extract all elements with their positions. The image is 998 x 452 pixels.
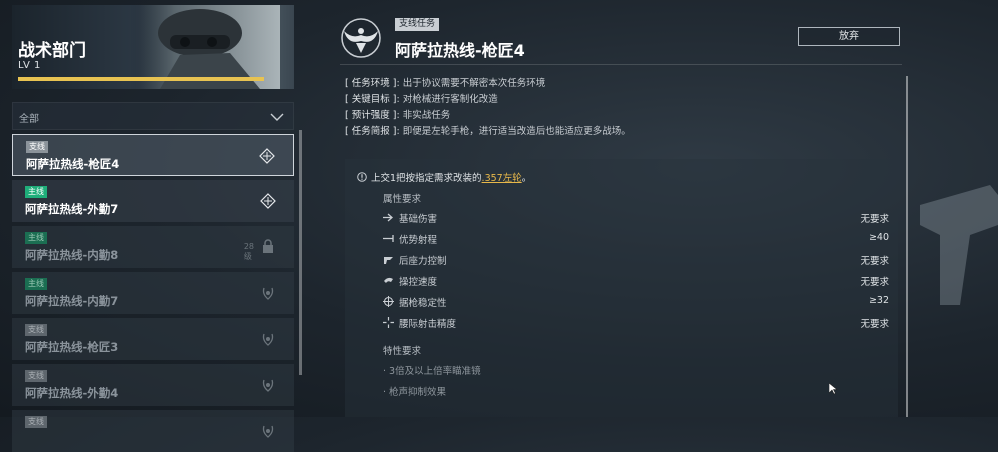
info-alert-icon xyxy=(357,172,367,182)
range-icon xyxy=(383,235,394,242)
laurel-icon xyxy=(262,333,274,346)
trait-item: · 3倍及以上倍率瞄准镜 xyxy=(383,366,481,377)
quest-tag: 支线 xyxy=(25,416,47,428)
info-value: 即便是左轮手枪，进行适当改造后也能适应更多战场。 xyxy=(402,126,631,137)
attribute-row: 后座力控制 无要求 xyxy=(383,250,889,270)
objective-item-link[interactable]: .357左轮 xyxy=(482,173,522,184)
mouse-cursor-icon xyxy=(829,383,838,395)
attribute-row: 据枪稳定性 ≥32 xyxy=(383,292,889,312)
attribute-name: 优势射程 xyxy=(399,235,438,246)
attribute-row: 操控速度 无要求 xyxy=(383,271,889,291)
info-value: 非实战任务 xyxy=(402,110,451,121)
trait-section-title: 特性要求 xyxy=(383,346,422,357)
quest-tag: 支线 xyxy=(26,141,48,153)
faction-emblem-icon xyxy=(341,18,381,58)
mission-type-tag: 支线任务 xyxy=(395,18,440,31)
info-key: [ 关键目标 ] xyxy=(345,94,397,105)
requirement-objective: 上交1把按指定需求改装的.357左轮。 xyxy=(357,170,531,184)
objective-text: 上交1把按指定需求改装的 xyxy=(371,173,482,184)
quest-name: 阿萨拉热线-内勤7 xyxy=(25,294,119,308)
info-key: [ 任务简报 ] xyxy=(345,126,397,137)
attribute-value: 无要求 xyxy=(860,256,889,267)
quest-list: 支线 阿萨拉热线-枪匠4 主线 阿萨拉热线-外勤7 主线 阿萨拉热线-内勤8 2… xyxy=(12,134,294,452)
lock-icon xyxy=(263,239,273,253)
requirement-panel: 上交1把按指定需求改装的.357左轮。 属性要求 基础伤害 无要求 优势射程 ≥… xyxy=(345,159,898,417)
quest-tag: 主线 xyxy=(25,232,47,244)
department-title: 战术部门 xyxy=(18,41,86,61)
department-banner: 战术部门 LV 1 xyxy=(12,5,294,89)
department-level: LV 1 xyxy=(18,60,41,71)
quest-card[interactable]: 支线 阿萨拉热线-外勤4 xyxy=(12,364,294,406)
attribute-name: 操控速度 xyxy=(399,277,438,288)
attribute-name: 腰际射击精度 xyxy=(399,319,457,330)
recoil-icon xyxy=(384,257,393,264)
attribute-value: 无要求 xyxy=(860,319,889,330)
quest-name: 阿萨拉热线-枪匠4 xyxy=(26,157,120,171)
info-row: [ 预计强度 ]: 非实战任务 xyxy=(345,110,451,121)
attribute-value: 无要求 xyxy=(860,214,889,225)
target-diamond-icon xyxy=(259,148,275,164)
quest-list-scrollbar[interactable] xyxy=(299,130,302,375)
level-progress-bar xyxy=(18,77,264,81)
chevron-down-icon xyxy=(270,113,284,121)
attribute-row: 基础伤害 无要求 xyxy=(383,208,889,228)
level-requirement: 28级 xyxy=(243,242,254,261)
info-key: [ 任务环境 ] xyxy=(345,78,397,89)
quest-card[interactable]: 支线 阿萨拉热线-枪匠4 xyxy=(12,134,294,176)
crosshair-icon xyxy=(383,296,394,307)
quest-filter-dropdown[interactable]: 全部 xyxy=(12,102,294,130)
objective-end: 。 xyxy=(521,173,532,184)
attribute-value: ≥32 xyxy=(868,295,889,306)
hipfire-icon xyxy=(383,317,394,328)
filter-label: 全部 xyxy=(19,114,39,125)
info-row: [ 任务简报 ]: 即便是左轮手枪，进行适当改造后也能适应更多战场。 xyxy=(345,126,631,137)
quest-name: 阿萨拉热线-枪匠3 xyxy=(25,340,119,354)
laurel-icon xyxy=(262,379,274,392)
trait-item: · 枪声抑制效果 xyxy=(383,387,447,398)
quest-name: 阿萨拉热线-内勤8 xyxy=(25,248,119,262)
revolver-backdrop-icon xyxy=(920,185,998,305)
attribute-name: 基础伤害 xyxy=(399,214,438,225)
target-diamond-icon xyxy=(260,193,276,209)
attribute-name: 据枪稳定性 xyxy=(399,298,447,309)
laurel-icon xyxy=(262,287,274,300)
attribute-section-title: 属性要求 xyxy=(383,194,422,205)
info-row: [ 任务环境 ]: 出于协议需要不解密本次任务环境 xyxy=(345,78,546,89)
quest-sidebar: 战术部门 LV 1 全部 支线 阿萨拉热线-枪匠4 主线 阿萨拉热线-外勤7 主… xyxy=(12,5,294,452)
laurel-icon xyxy=(262,425,274,438)
mission-title: 阿萨拉热线-枪匠4 xyxy=(395,41,525,60)
info-value: 出于协议需要不解密本次任务环境 xyxy=(402,78,546,89)
quest-card[interactable]: 主线 阿萨拉热线-外勤7 xyxy=(12,180,294,222)
quest-name: 阿萨拉热线-外勤4 xyxy=(25,386,119,400)
info-value: 对枪械进行客制化改造 xyxy=(402,94,498,105)
quest-tag: 支线 xyxy=(25,324,47,336)
quest-name: 阿萨拉热线-外勤7 xyxy=(25,202,119,216)
quest-tag: 支线 xyxy=(25,370,47,382)
attribute-name: 后座力控制 xyxy=(399,256,447,267)
mission-info: [ 任务环境 ]: 出于协议需要不解密本次任务环境 [ 关键目标 ]: 对枪械进… xyxy=(345,75,631,139)
quest-card[interactable]: 支线 xyxy=(12,410,294,452)
attribute-row: 优势射程 ≥40 xyxy=(383,229,889,249)
handling-icon xyxy=(384,277,393,283)
attribute-value: ≥40 xyxy=(868,232,889,243)
damage-icon xyxy=(383,213,393,222)
attribute-value: 无要求 xyxy=(860,277,889,288)
attribute-row: 腰际射击精度 无要求 xyxy=(383,313,889,333)
quest-tag: 主线 xyxy=(25,278,47,290)
info-key: [ 预计强度 ] xyxy=(345,110,397,121)
quest-card[interactable]: 主线 阿萨拉热线-内勤7 xyxy=(12,272,294,314)
info-row: [ 关键目标 ]: 对枪械进行客制化改造 xyxy=(345,94,498,105)
header-divider xyxy=(340,64,902,65)
quest-card[interactable]: 支线 阿萨拉热线-枪匠3 xyxy=(12,318,294,360)
quest-card[interactable]: 主线 阿萨拉热线-内勤8 28级 xyxy=(12,226,294,268)
abandon-button[interactable]: 放弃 xyxy=(798,27,900,46)
detail-scrollbar[interactable] xyxy=(906,76,908,417)
quest-tag: 主线 xyxy=(25,186,47,198)
